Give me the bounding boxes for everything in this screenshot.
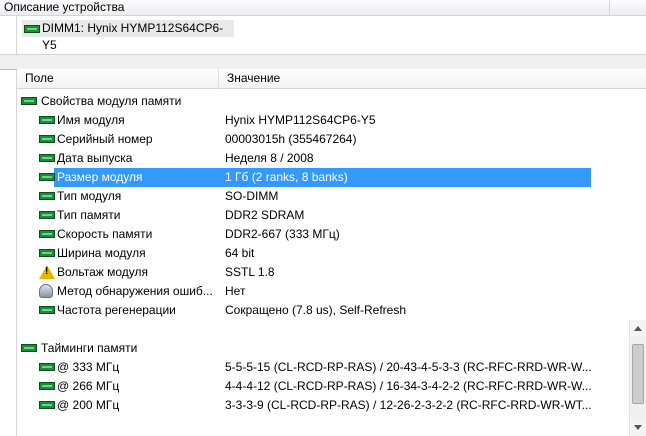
row-value: SSTL 1.8 [225,265,275,279]
row-value: 1 Гб (2 ranks, 8 banks) [225,170,348,184]
group-header-memory-timings[interactable]: Тайминги памяти [17,339,646,358]
row-field: Имя модуля [57,113,125,127]
ram-module-icon [39,211,55,219]
ram-module-icon [24,25,40,33]
table-row[interactable]: Имя модуля Hynix HYMP112S64CP6-Y5 [17,111,646,130]
table-row[interactable]: @ 266 МГц 4-4-4-12 (CL-RCD-RP-RAS) / 16-… [17,377,629,396]
ram-module-icon [21,344,37,352]
chevron-down-icon [634,425,642,430]
table-row[interactable]: Частота регенерации Сокращено (7.8 us), … [17,301,646,320]
description-pane-header: Описание устройства [0,0,610,16]
table-row-selected[interactable]: Размер модуля 1 Гб (2 ranks, 8 banks) [17,168,646,187]
row-field: Вольтаж модуля [57,265,149,279]
ram-module-icon [39,154,55,162]
row-field: Размер модуля [57,170,143,184]
table-row[interactable]: Скорость памяти DDR2-667 (333 МГц) [17,225,646,244]
row-value: 5-5-5-15 (CL-RCD-RP-RAS) / 20-43-4-5-3-3… [225,360,592,374]
group-title: Свойства модуля памяти [41,94,182,108]
device-item[interactable]: DIMM1: Hynix HYMP112S64CP6-Y5 [22,20,234,52]
ram-module-icon [39,135,55,143]
row-field: @ 200 МГц [57,398,120,412]
row-value: DDR2-667 (333 МГц) [225,227,340,241]
disk-icon [39,284,53,298]
ram-module-icon [39,116,55,124]
row-value: Сокращено (7.8 us), Self-Refresh [225,303,407,317]
group-header-module-properties[interactable]: Свойства модуля памяти [17,92,646,111]
ram-module-icon [39,363,55,371]
ram-module-icon [39,249,55,257]
row-field: Серийный номер [57,132,153,146]
ram-module-icon [39,306,55,314]
row-field: Дата выпуска [57,151,133,165]
ram-module-icon [39,173,55,181]
row-value: SO-DIMM [225,189,279,203]
vertical-scrollbar[interactable] [629,320,646,436]
group-title: Тайминги памяти [41,341,138,355]
column-header-value[interactable]: Значение [219,69,646,89]
row-field: @ 333 МГц [57,360,120,374]
header-filler [610,0,646,16]
row-value: Hynix HYMP112S64CP6-Y5 [225,113,376,127]
warning-icon [39,265,55,279]
row-value: 4-4-4-12 (CL-RCD-RP-RAS) / 16-34-3-4-2-2… [225,379,592,393]
ram-module-icon [39,401,55,409]
row-field: Частота регенерации [57,303,176,317]
table-row[interactable]: Вольтаж модуля SSTL 1.8 [17,263,646,282]
row-field: Тип памяти [57,208,121,222]
ram-module-icon [39,230,55,238]
table-row[interactable]: Дата выпуска Неделя 8 / 2008 [17,149,646,168]
ram-module-icon [39,192,55,200]
row-field: Метод обнаружения ошиб... [57,284,213,298]
row-field: @ 266 МГц [57,379,120,393]
row-value: Нет [225,284,246,298]
table-row[interactable]: Тип модуля SO-DIMM [17,187,646,206]
row-value: 64 bit [225,246,255,260]
scroll-down-button[interactable] [630,419,646,436]
row-field: Тип модуля [57,189,122,203]
ram-module-icon [21,97,37,105]
table-row[interactable]: @ 333 МГц 5-5-5-15 (CL-RCD-RP-RAS) / 20-… [17,358,629,377]
scroll-up-button[interactable] [630,320,646,337]
chevron-up-icon [634,326,642,331]
row-value: Неделя 8 / 2008 [225,151,314,165]
table-row[interactable]: @ 200 МГц 3-3-3-9 (CL-RCD-RP-RAS) / 12-2… [17,396,629,415]
row-field: Ширина модуля [57,246,146,260]
pane-splitter[interactable] [0,54,646,70]
table-row[interactable]: Серийный номер 00003015h (355467264) [17,130,646,149]
table-row[interactable]: Ширина модуля 64 bit [17,244,646,263]
column-header-field[interactable]: Поле [17,69,219,89]
column-header-field-label: Поле [25,71,54,85]
row-value: DDR2 SDRAM [225,208,305,222]
table-row[interactable]: Тип памяти DDR2 SDRAM [17,206,646,225]
row-field: Скорость памяти [57,227,153,241]
column-header-value-label: Значение [227,71,281,85]
description-pane-title: Описание устройства [4,0,125,14]
device-label: DIMM1: Hynix HYMP112S64CP6-Y5 [42,21,224,52]
row-value: 00003015h (355467264) [225,132,357,146]
row-value: 3-3-3-9 (CL-RCD-RP-RAS) / 12-26-2-3-2-2 … [225,398,592,412]
table-row[interactable]: Метод обнаружения ошиб... Нет [17,282,646,301]
ram-module-icon [39,382,55,390]
scroll-thumb[interactable] [632,344,644,404]
